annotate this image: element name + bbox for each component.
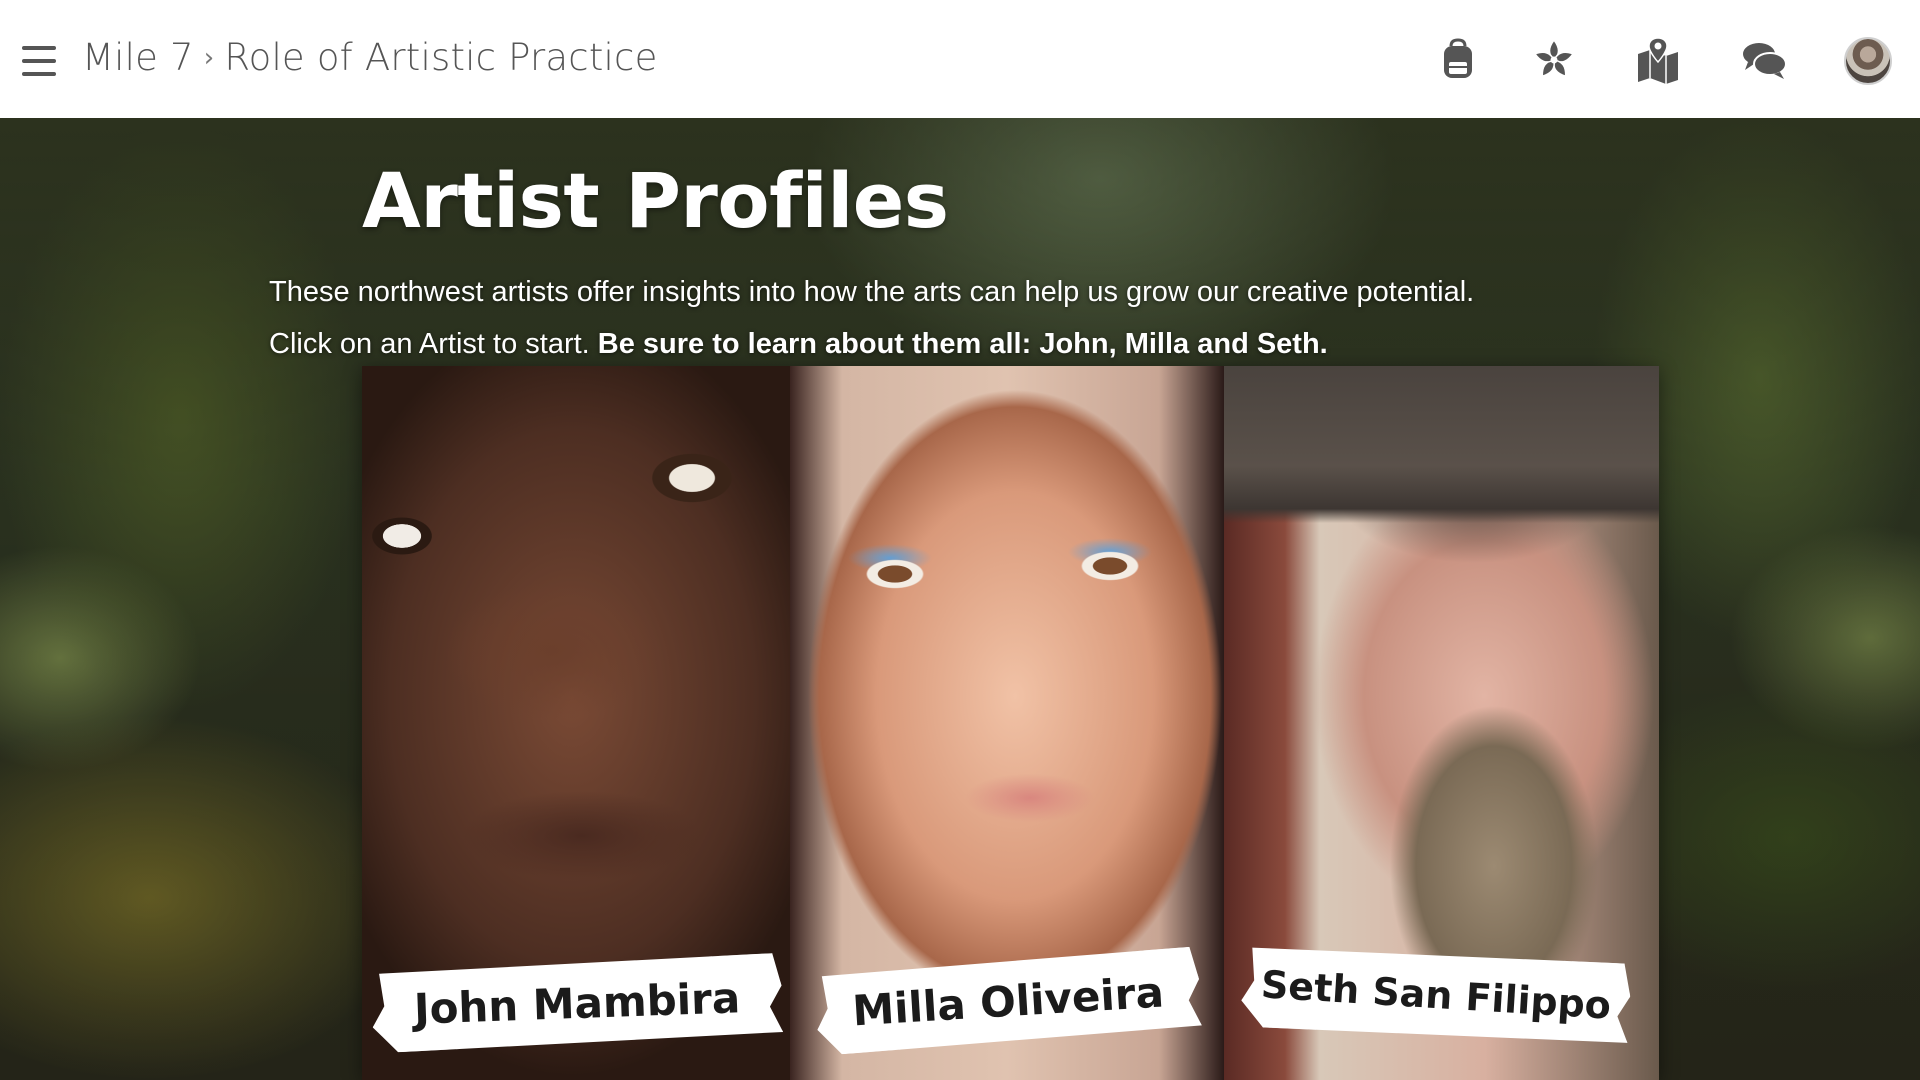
instruction-line: Click on an Artist to start. Be sure to … — [269, 318, 1669, 370]
artist-card-seth-san-filippo[interactable]: Seth San Filippo — [1224, 366, 1659, 1080]
artist-profile-list: John Mambira Milla Oliveira Seth San Fil… — [362, 366, 1659, 1080]
hero-section: Artist Profiles These northwest artists … — [0, 118, 1920, 1080]
page-title: Artist Profiles — [362, 156, 949, 245]
flower-icon[interactable] — [1530, 36, 1578, 84]
chat-icon[interactable] — [1740, 36, 1788, 84]
breadcrumb: Mile 7 › Role of Artistic Practice — [82, 36, 658, 79]
artist-card-john-mambira[interactable]: John Mambira — [362, 366, 790, 1080]
instruction-text: Click on an Artist to start. — [269, 328, 590, 360]
chevron-right-icon: › — [203, 42, 215, 73]
breadcrumb-current: Role of Artistic Practice — [224, 36, 658, 79]
hamburger-menu-icon[interactable] — [22, 46, 56, 76]
backpack-icon[interactable] — [1434, 36, 1482, 84]
instruction-emphasis: Be sure to learn about them all: John, M… — [597, 328, 1328, 360]
intro-text: These northwest artists offer insights i… — [269, 276, 1475, 308]
user-avatar[interactable] — [1844, 37, 1892, 85]
breadcrumb-parent-link[interactable]: Mile 7 — [82, 36, 194, 79]
top-navigation-bar: Mile 7 › Role of Artistic Practice — [0, 0, 1920, 118]
map-icon[interactable] — [1634, 36, 1682, 84]
artist-card-milla-oliveira[interactable]: Milla Oliveira — [790, 366, 1224, 1080]
hero-description: These northwest artists offer insights i… — [269, 266, 1669, 370]
